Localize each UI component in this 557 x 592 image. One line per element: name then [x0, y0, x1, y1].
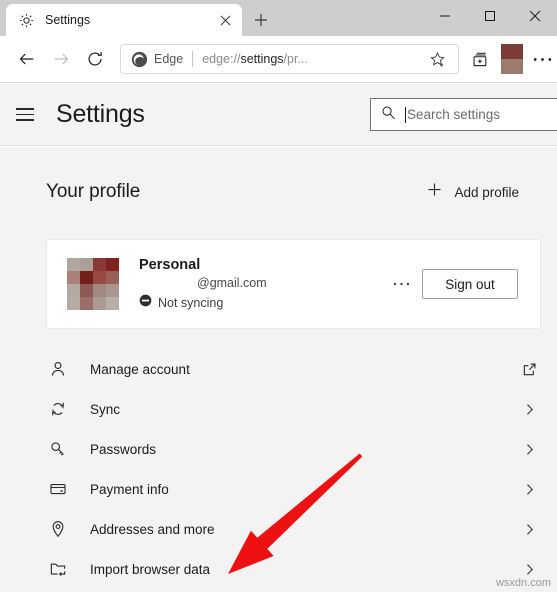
list-item-label: Sync — [90, 401, 121, 417]
sync-status-label: Not syncing — [158, 296, 224, 311]
list-item-label: Import browser data — [90, 561, 211, 577]
import-folder-icon — [48, 559, 68, 579]
add-profile-label: Add profile — [454, 184, 519, 200]
sign-out-button[interactable]: Sign out — [422, 269, 518, 299]
minimize-button[interactable] — [422, 0, 467, 32]
avatar-pixel — [80, 258, 93, 271]
new-tab-button[interactable] — [248, 7, 274, 33]
window-controls — [422, 0, 557, 36]
chevron-right-icon — [519, 559, 539, 579]
sync-blocked-icon — [139, 294, 152, 312]
url-text: edge://settings/pr... — [202, 52, 308, 66]
person-icon — [48, 359, 68, 379]
edge-label: Edge — [154, 52, 184, 66]
list-item-sync[interactable]: Sync — [0, 389, 557, 429]
list-item-addresses-and-more[interactable]: Addresses and more — [0, 509, 557, 549]
close-window-button[interactable] — [512, 0, 557, 32]
browser-toolbar: Edge edge://settings/pr... — [0, 36, 557, 83]
omnibox-separator — [192, 51, 194, 67]
back-arrow-icon[interactable] — [10, 42, 44, 76]
sync-icon — [48, 399, 68, 419]
page-title: Settings — [56, 100, 145, 128]
profile-name: Personal — [139, 256, 201, 273]
external-link-icon — [519, 359, 539, 379]
avatar-pixel — [67, 297, 80, 310]
avatar-pixel — [106, 271, 119, 284]
browser-tab[interactable]: Settings — [6, 4, 242, 36]
profile-card: Personal @gmail.com Not syncing Sign out — [46, 239, 541, 329]
key-icon — [48, 439, 68, 459]
avatar-pixel — [93, 284, 106, 297]
avatar-pixel — [106, 284, 119, 297]
title-bar: Settings — [0, 0, 557, 36]
settings-header: Settings Search settings — [0, 84, 557, 146]
avatar-pixel — [106, 297, 119, 310]
search-caret — [405, 106, 406, 123]
list-item-manage-account[interactable]: Manage account — [0, 349, 557, 389]
list-item-payment-info[interactable]: Payment info — [0, 469, 557, 509]
browser-window: Settings Edge edge://settings/pr... Sett… — [0, 0, 557, 592]
avatar-pixel — [93, 297, 106, 310]
star-add-icon[interactable] — [424, 46, 450, 72]
chevron-right-icon — [519, 519, 539, 539]
avatar-pixel — [93, 271, 106, 284]
gear-icon — [18, 12, 35, 29]
profile-email: @gmail.com — [197, 276, 267, 291]
maximize-button[interactable] — [467, 0, 512, 32]
settings-content: Your profile Add profile Personal @gmail… — [0, 147, 557, 592]
forward-arrow-icon — [44, 42, 78, 76]
avatar-pixel — [67, 284, 80, 297]
collections-icon[interactable] — [463, 42, 497, 76]
chevron-right-icon — [519, 399, 539, 419]
profile-avatar — [67, 258, 119, 310]
profile-more-icon[interactable] — [386, 269, 416, 299]
avatar-pixel — [80, 284, 93, 297]
plus-icon — [427, 182, 442, 202]
avatar-pixel — [80, 271, 93, 284]
avatar-pixel — [67, 258, 80, 271]
search-placeholder: Search settings — [407, 107, 501, 122]
chevron-right-icon — [519, 439, 539, 459]
ellipsis-icon[interactable] — [527, 42, 557, 76]
add-profile-button[interactable]: Add profile — [427, 182, 537, 202]
watermark: wsxdn.com — [495, 577, 551, 589]
reload-icon[interactable] — [78, 42, 112, 76]
list-item-label: Addresses and more — [90, 521, 215, 537]
list-item-label: Payment info — [90, 481, 169, 497]
hamburger-icon[interactable] — [16, 104, 38, 126]
settings-list: Manage account Sync Passwords Payment in… — [0, 349, 557, 589]
list-item-label: Passwords — [90, 441, 157, 457]
list-item-import-browser-data[interactable]: Import browser data — [0, 549, 557, 589]
chevron-right-icon — [519, 479, 539, 499]
search-input[interactable]: Search settings — [370, 98, 557, 131]
list-item-passwords[interactable]: Passwords — [0, 429, 557, 469]
address-bar[interactable]: Edge edge://settings/pr... — [120, 44, 459, 74]
avatar-pixel — [93, 258, 106, 271]
location-pin-icon — [48, 519, 68, 539]
profile-details: Personal @gmail.com Not syncing — [139, 256, 386, 312]
credit-card-icon — [48, 479, 68, 499]
avatar-pixel — [106, 258, 119, 271]
close-icon[interactable] — [214, 9, 236, 31]
search-icon — [381, 105, 396, 125]
avatar-pixel — [80, 297, 93, 310]
avatar-pixel — [67, 271, 80, 284]
section-title: Your profile — [46, 181, 141, 202]
tab-title: Settings — [45, 13, 91, 27]
edge-logo-icon — [131, 51, 148, 68]
profile-section-header: Your profile Add profile — [0, 147, 557, 203]
sync-status-row: Not syncing — [139, 294, 386, 312]
list-item-label: Manage account — [90, 361, 190, 377]
profile-avatar[interactable] — [501, 44, 523, 74]
